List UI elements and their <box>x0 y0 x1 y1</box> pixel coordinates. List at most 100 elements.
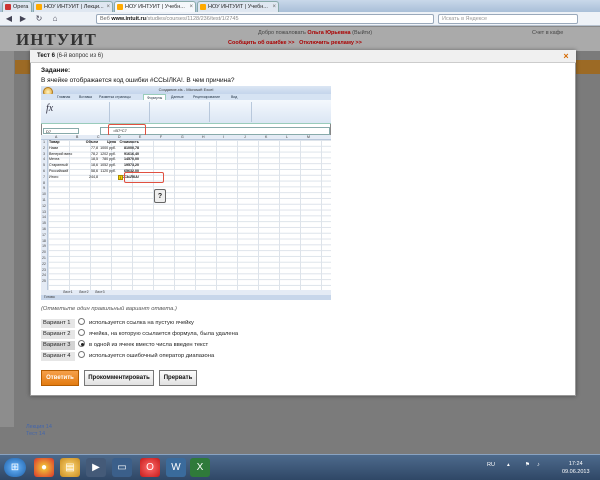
table-cell: 780 руб. <box>102 157 116 162</box>
radio-button[interactable] <box>78 318 85 325</box>
intuit-favicon <box>200 4 206 10</box>
error-cell-highlight <box>124 172 164 183</box>
excel-name-box: D7 <box>43 128 79 134</box>
excel-status-bar: Готово <box>41 295 331 300</box>
dialog-header <box>30 50 576 63</box>
test-link[interactable]: Тест 14 <box>26 431 52 438</box>
opera-taskbar-icon[interactable]: O <box>140 458 160 477</box>
table-cell: Старинный <box>49 163 68 168</box>
answer-option-4[interactable]: Вариант 4 используется ошибочный оператор… <box>41 351 215 362</box>
error-indicator-icon: ! <box>118 175 123 180</box>
table-cell: 78,2 <box>91 151 98 156</box>
option-label: Вариант 3 <box>41 341 75 351</box>
status-text: Готово <box>44 295 55 299</box>
browser-tab-study[interactable]: НОУ ИНТУИТ | Учебн... × <box>197 1 279 12</box>
table-cell: 77,8 <box>91 145 98 150</box>
reload-icon[interactable]: ↻ <box>34 14 44 24</box>
answer-hint: (Отметьте один правильный вариант ответа… <box>41 306 177 312</box>
excel-taskbar-icon[interactable]: X <box>190 458 210 477</box>
table-cell: 91616,40 <box>124 151 139 156</box>
table-cell: 19573,20 <box>124 163 139 168</box>
logout-link[interactable]: (Выйти) <box>352 30 372 36</box>
option-label: Вариант 4 <box>41 352 75 362</box>
browser-tab-lecture[interactable]: НОУ ИНТУИТ | Лекци... × <box>33 1 113 12</box>
question-mark-icon: ? <box>154 189 166 203</box>
start-button-icon[interactable]: ⊞ <box>4 458 26 477</box>
url-host: www.intuit.ru <box>111 16 146 22</box>
table-header-cell: Объем <box>85 140 98 144</box>
table-cell: 18,5 <box>91 157 98 162</box>
close-icon[interactable]: × <box>106 2 110 12</box>
account-link[interactable]: Счет в кафе <box>532 30 563 36</box>
web-label: Веб <box>100 16 110 22</box>
search-input[interactable]: Искать в Яндексе <box>438 14 578 24</box>
lecture-link[interactable]: Лекция 14 <box>26 424 52 431</box>
radio-button[interactable] <box>78 329 85 336</box>
folder-icon[interactable]: ▤ <box>60 458 80 477</box>
table-cell: Мечта <box>49 157 60 162</box>
close-icon[interactable]: × <box>562 52 570 61</box>
report-error-link[interactable]: Сообщить об ошибке >> <box>228 40 294 46</box>
intuit-favicon <box>36 4 42 10</box>
table-cell: 81000,78 <box>124 145 139 150</box>
answer-option-1[interactable]: Вариант 1 используется ссылка на пустую я… <box>41 318 194 329</box>
task-label: Задание: <box>41 67 71 74</box>
option-label: Вариант 2 <box>41 330 75 340</box>
word-icon[interactable]: W <box>166 458 186 477</box>
option-text: в одной из ячеек вместо числа введен тек… <box>89 342 209 349</box>
table-cell: 1202 руб. <box>100 151 116 156</box>
table-cell: Венерий вино <box>49 151 73 156</box>
media-player-icon[interactable]: ▶ <box>86 458 106 477</box>
home-icon[interactable]: ⌂ <box>50 14 60 24</box>
comment-button[interactable]: Прокомментировать <box>84 370 154 386</box>
close-icon[interactable]: × <box>272 2 276 12</box>
excel-title: Создание.xls - Microsoft Excel <box>41 86 331 94</box>
table-cell: Итого <box>49 174 59 179</box>
ribbon-group-audit <box>152 102 210 122</box>
disable-ads-link[interactable]: Отключить рекламу >> <box>299 40 362 46</box>
dialog-title: Тест 6 (6-й вопрос из 6) <box>37 53 104 59</box>
table-header-cell: Стоимость <box>119 140 139 144</box>
table-cell: 1052 руб. <box>100 163 116 168</box>
ribbon-group-names <box>112 102 150 122</box>
table-cell: 1000 руб. <box>100 145 116 150</box>
flag-icon[interactable]: ⚑ <box>525 462 530 468</box>
close-icon[interactable]: × <box>189 2 193 12</box>
monitor-icon[interactable]: ▭ <box>112 458 132 477</box>
option-text: используется ошибочный оператор диапазон… <box>89 353 215 360</box>
volume-icon[interactable]: ♪ <box>537 462 540 468</box>
radio-button[interactable] <box>78 351 85 358</box>
abort-button[interactable]: Прервать <box>159 370 197 386</box>
option-text: ячейка, на которую ссылается формула, бы… <box>89 331 239 338</box>
table-cell: 244,8 <box>89 174 98 179</box>
chrome-icon[interactable]: ● <box>34 458 54 477</box>
browser-tab-study-active[interactable]: НОУ ИНТУИТ | Учебн... × <box>114 1 196 12</box>
left-sidebar <box>0 27 14 427</box>
excel-row-headers: 1 2 3 4 5 6 7 8 9 10 11 12 13 14 15 16 17 18 19 20 21 22 23 24 2… <box>41 140 48 290</box>
table-cell: 14570,00 <box>124 157 139 162</box>
tray-arrow-icon[interactable]: ▴ <box>507 462 510 468</box>
question-text: В ячейке отображается код ошибки #ССЫЛКА… <box>41 77 235 84</box>
user-name-link[interactable]: Ольга Юрьевна <box>307 30 350 36</box>
radio-button-selected[interactable] <box>78 340 85 347</box>
browser-tab-opera[interactable]: Opera <box>2 1 32 12</box>
intuit-favicon <box>117 4 123 10</box>
table-cell: Нами <box>49 145 59 150</box>
option-text: используется ссылка на пустую ячейку <box>89 320 194 327</box>
language-indicator[interactable]: RU <box>487 462 495 468</box>
back-arrow-icon[interactable]: ◀ <box>4 14 14 24</box>
answer-option-2[interactable]: Вариант 2 ячейка, на которую ссылается фо… <box>41 329 239 340</box>
address-bar[interactable]: Веб www.intuit.ru/studies/courses/1128/2… <box>96 14 434 24</box>
table-cell: Российский <box>49 169 69 173</box>
table-cell: 18,6 <box>91 163 98 168</box>
answer-button[interactable]: Ответить <box>41 370 79 386</box>
table-cell: 1120 руб. <box>100 169 116 173</box>
clock-date: 09.06.2013 <box>562 469 590 475</box>
welcome-text: Добро пожаловать Ольга Юрьевна (Выйти) <box>258 30 373 36</box>
site-logo[interactable]: ИНТУИТ <box>16 30 97 50</box>
forward-arrow-icon[interactable]: ▶ <box>18 14 28 24</box>
report-links: Сообщить об ошибке >> Отключить рекламу … <box>228 40 362 46</box>
answer-option-3[interactable]: Вариант 3 в одной из ячеек вместо числа в… <box>41 340 209 351</box>
insert-function-icon: fx <box>46 103 54 114</box>
clock[interactable]: 17:24 09.06.2013 <box>562 460 590 476</box>
